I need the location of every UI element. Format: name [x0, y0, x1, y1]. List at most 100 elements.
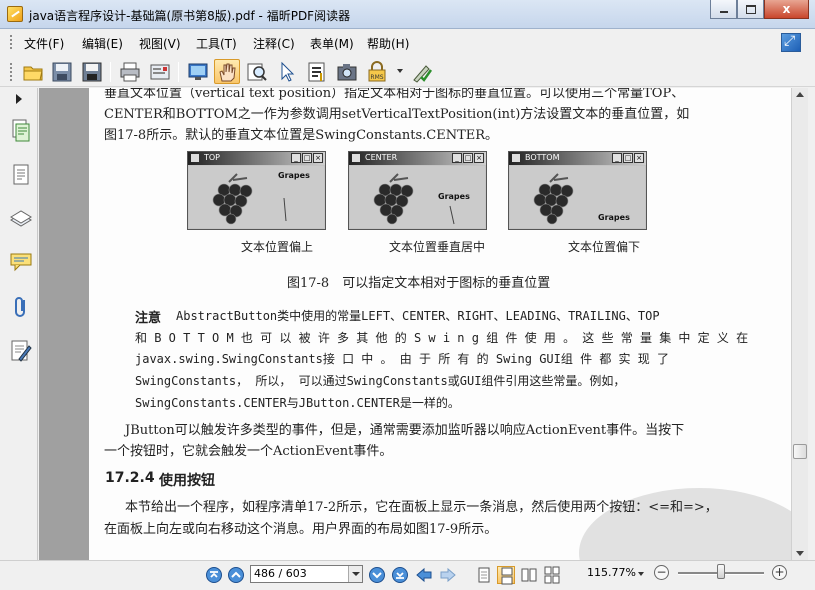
bookmarks-icon[interactable] [9, 162, 33, 188]
document-view[interactable]: 垂直文本位置（vertical text position）指定文本相对于图标的… [39, 88, 791, 560]
hand-tool-icon[interactable] [214, 59, 240, 84]
menu-form[interactable]: 表单(M) [310, 35, 354, 52]
menu-view[interactable]: 视图(V) [139, 35, 181, 52]
attachments-icon[interactable] [9, 294, 33, 320]
email-icon[interactable] [147, 59, 173, 84]
text-select-icon[interactable] [304, 59, 330, 84]
snapshot-icon[interactable] [334, 59, 360, 84]
zoom-value[interactable]: 115.77% [587, 566, 636, 579]
app-icon [7, 6, 23, 22]
pdf-page: 垂直文本位置（vertical text position）指定文本相对于图标的… [89, 88, 791, 560]
sign-icon[interactable] [409, 59, 435, 84]
menu-edit[interactable]: 编辑(E) [82, 35, 123, 52]
frame-close-icon: × [313, 153, 323, 163]
zoom-in-button[interactable]: + [772, 565, 787, 580]
pages-icon[interactable] [9, 118, 33, 144]
back-icon[interactable] [415, 566, 433, 584]
figure-bottom: BOTTOM _ □ × Grapes [508, 151, 647, 230]
zoom-tool-icon[interactable] [244, 59, 270, 84]
grapes-label: Grapes [438, 192, 470, 201]
fullscreen-icon[interactable] [185, 59, 211, 84]
close-icon: x [782, 2, 791, 16]
note-text: SwingConstants.CENTER与JButton.CENTER是一样的… [135, 396, 460, 410]
last-page-icon[interactable] [391, 566, 409, 584]
frame-min-icon: _ [612, 153, 622, 163]
frame-min-icon: _ [452, 153, 462, 163]
toolbar-grip[interactable] [10, 63, 13, 81]
figure-title: BOTTOM [525, 153, 560, 162]
signatures-icon[interactable] [9, 338, 33, 364]
page-dropdown-icon[interactable] [348, 566, 362, 582]
minimize-button[interactable] [710, 0, 737, 19]
text-line: 本节给出一个程序，如程序清单17-2所示，它在面板上显示一条消息，然后使用两个按… [125, 500, 718, 515]
figure-top: TOP _ □ × Grapes [187, 151, 326, 230]
grapes-label: Grapes [598, 213, 630, 222]
figure-title: CENTER [365, 153, 398, 162]
text-line: 在面板上向左或向右移动这个消息。用户界面的布局如图17-9所示。 [104, 522, 498, 537]
section-number: 17.2.4 [105, 470, 155, 486]
print-icon[interactable] [117, 59, 143, 84]
open-icon[interactable] [20, 59, 46, 84]
text-line: 垂直文本位置（vertical text position）指定文本相对于图标的… [104, 88, 685, 101]
figure-title: TOP [204, 153, 221, 162]
text-line: 图17-8所示。默认的垂直文本位置是SwingConstants.CENTER。 [104, 128, 499, 143]
forward-icon[interactable] [439, 566, 457, 584]
text-line: 一个按钮时，它就会触发一个ActionEvent事件。 [104, 444, 393, 459]
note-text: AbstractButton类中使用的常量LEFT、CENTER、RIGHT、L… [176, 309, 660, 323]
note-text: 和 B O T T O M 也 可 以 被 许 多 其 他 的 S w i n … [135, 331, 749, 345]
save-as-icon[interactable] [79, 59, 105, 84]
menu-tools[interactable]: 工具(T) [196, 35, 237, 52]
menu-bar: 文件(F) 编辑(E) 视图(V) 工具(T) 注释(C) 表单(M) 帮助(H… [0, 30, 815, 54]
menubar-grip[interactable] [10, 35, 13, 49]
layers-icon[interactable] [9, 206, 33, 232]
frame-close-icon: × [634, 153, 644, 163]
title-bar: java语言程序设计-基础篇(原书第8版).pdf - 福昕PDF阅读器 x [0, 0, 815, 29]
page-number-value: 486 / 603 [254, 567, 307, 580]
panel-toggle-icon[interactable] [16, 94, 22, 104]
continuous-page-icon[interactable] [497, 566, 515, 585]
zoom-dropdown-icon[interactable] [638, 572, 644, 576]
rms-icon[interactable]: RMS [364, 59, 390, 84]
save-icon[interactable] [49, 59, 75, 84]
expand-icon[interactable] [781, 33, 801, 52]
scroll-down-icon[interactable] [796, 551, 804, 556]
frame-min-icon: _ [291, 153, 301, 163]
frame-icon [512, 154, 520, 162]
facing-page-icon[interactable] [520, 566, 538, 584]
frame-max-icon: □ [302, 153, 312, 163]
figure-caption: 文本位置垂直居中 [389, 240, 486, 254]
close-button[interactable]: x [764, 0, 809, 19]
menu-help[interactable]: 帮助(H) [367, 35, 409, 52]
frame-max-icon: □ [463, 153, 473, 163]
previous-page-icon[interactable] [227, 566, 245, 584]
first-page-icon[interactable] [205, 566, 223, 584]
single-page-icon[interactable] [475, 566, 493, 584]
select-tool-icon[interactable] [274, 59, 300, 84]
note-label: 注意 [135, 311, 162, 326]
status-bar: 486 / 603 115.77% − + [0, 560, 815, 590]
note-text: javax.swing.SwingConstants接 口 中 。 由 于 所 … [135, 352, 670, 366]
menu-comment[interactable]: 注释(C) [253, 35, 295, 52]
scroll-thumb[interactable] [793, 444, 807, 459]
scroll-up-icon[interactable] [796, 92, 804, 97]
grapes-label: Grapes [278, 171, 310, 180]
zoom-out-button[interactable]: − [654, 565, 669, 580]
comments-icon[interactable] [9, 250, 33, 276]
menu-file[interactable]: 文件(F) [24, 35, 64, 52]
zoom-slider-thumb[interactable] [717, 564, 725, 579]
continuous-facing-icon[interactable] [543, 566, 561, 584]
frame-max-icon: □ [623, 153, 633, 163]
maximize-button[interactable] [737, 0, 764, 19]
vertical-scrollbar[interactable] [791, 88, 808, 560]
window-title: java语言程序设计-基础篇(原书第8版).pdf - 福昕PDF阅读器 [29, 9, 351, 23]
figure-title-caption: 图17-8 可以指定文本相对于图标的垂直位置 [287, 276, 551, 291]
frame-icon [352, 154, 360, 162]
note-text: SwingConstants， 所以， 可以通过SwingConstants或G… [135, 374, 626, 388]
section-title: 使用按钮 [159, 473, 215, 489]
navigation-panel [0, 88, 38, 560]
frame-icon [191, 154, 199, 162]
rms-dropdown-icon[interactable] [397, 69, 403, 73]
page-number-input[interactable]: 486 / 603 [250, 565, 363, 583]
figure-caption: 文本位置偏上 [241, 240, 314, 254]
next-page-icon[interactable] [368, 566, 386, 584]
